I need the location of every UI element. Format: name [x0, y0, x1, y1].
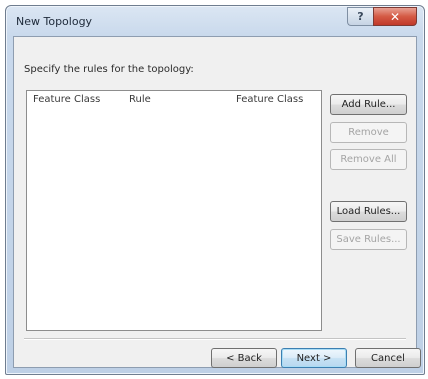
close-icon[interactable]: ✕: [373, 7, 417, 26]
remove-button[interactable]: Remove: [330, 122, 407, 143]
load-rules-button[interactable]: Load Rules...: [330, 201, 407, 222]
rules-list[interactable]: Feature Class Rule Feature Class: [26, 90, 322, 331]
column-header-rule[interactable]: Rule: [123, 91, 230, 109]
next-button[interactable]: Next >: [281, 348, 347, 368]
help-icon[interactable]: ?: [347, 7, 373, 26]
add-rule-button[interactable]: Add Rule...: [330, 94, 407, 115]
dialog-body: Specify the rules for the topology: Feat…: [13, 36, 421, 368]
caption-buttons: ? ✕: [347, 7, 417, 26]
new-topology-dialog: New Topology ? ✕ Specify the rules for t…: [5, 5, 425, 375]
column-header-feature-class-2[interactable]: Feature Class: [230, 91, 321, 109]
instruction-label: Specify the rules for the topology:: [24, 64, 194, 75]
column-header-feature-class-1[interactable]: Feature Class: [27, 91, 123, 109]
cancel-button[interactable]: Cancel: [355, 348, 421, 368]
footer-divider: [24, 338, 406, 340]
rules-list-header: Feature Class Rule Feature Class: [27, 91, 321, 109]
save-rules-button[interactable]: Save Rules...: [330, 229, 407, 250]
back-button[interactable]: < Back: [211, 348, 277, 368]
window-title: New Topology: [16, 15, 93, 28]
remove-all-button[interactable]: Remove All: [330, 149, 407, 170]
title-bar[interactable]: New Topology ? ✕: [6, 6, 424, 36]
